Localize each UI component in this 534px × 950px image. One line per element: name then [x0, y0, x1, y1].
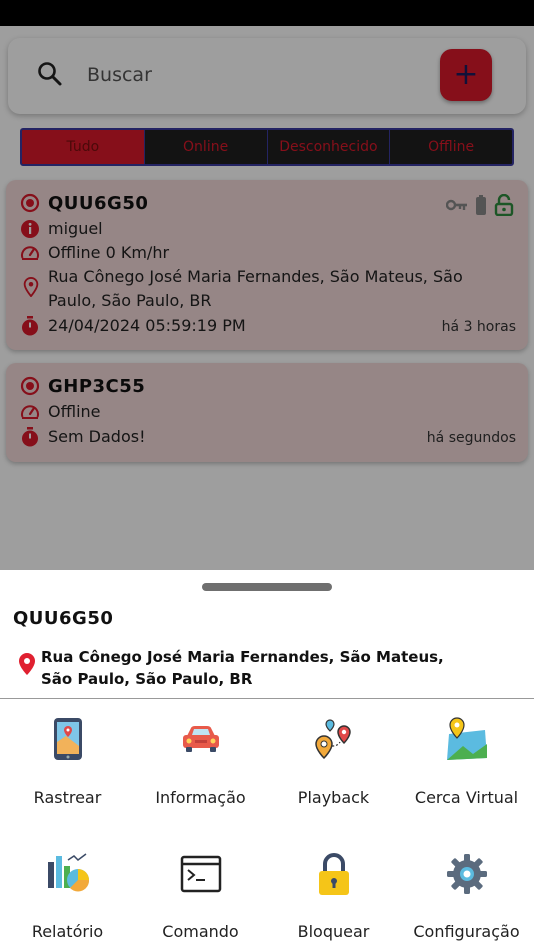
terminal-icon — [180, 855, 221, 893]
sheet-title: QUU6G50 — [13, 608, 114, 629]
lock-icon — [318, 853, 349, 895]
action-label: Informação — [155, 788, 246, 807]
report-chart-icon — [47, 853, 89, 892]
sheet-address-row: Rua Cônego José Maria Fernandes, São Mat… — [17, 646, 461, 690]
action-label: Relatório — [31, 922, 104, 941]
car-icon — [182, 726, 219, 752]
action-command[interactable]: Comando — [134, 850, 267, 941]
action-report[interactable]: Relatório — [1, 850, 134, 941]
action-label: Comando — [162, 922, 239, 941]
action-info[interactable]: Informação — [134, 716, 267, 807]
action-track[interactable]: Rastrear — [1, 716, 134, 807]
action-label: Bloquear — [297, 922, 370, 941]
action-label: Cerca Virtual — [414, 788, 519, 807]
modal-backdrop[interactable] — [0, 26, 534, 570]
action-playback[interactable]: Playback — [267, 716, 400, 807]
map-pin-icon — [446, 717, 487, 760]
action-lock[interactable]: Bloquear — [267, 850, 400, 941]
action-label: Rastrear — [33, 788, 102, 807]
gear-icon — [446, 854, 487, 894]
vehicle-action-sheet: QUU6G50 Rua Cônego José Maria Fernandes,… — [0, 570, 534, 950]
action-label: Playback — [297, 788, 370, 807]
route-pins-icon — [314, 719, 351, 760]
sheet-address: Rua Cônego José Maria Fernandes, São Mat… — [41, 648, 444, 688]
status-bar — [0, 0, 534, 26]
action-settings[interactable]: Configuração — [400, 850, 533, 941]
phone-map-icon — [53, 718, 82, 760]
sheet-drag-handle[interactable] — [202, 583, 332, 591]
action-label: Configuração — [413, 922, 520, 941]
location-pin-icon — [19, 653, 35, 675]
action-geofence[interactable]: Cerca Virtual — [400, 716, 533, 807]
divider — [0, 698, 534, 699]
